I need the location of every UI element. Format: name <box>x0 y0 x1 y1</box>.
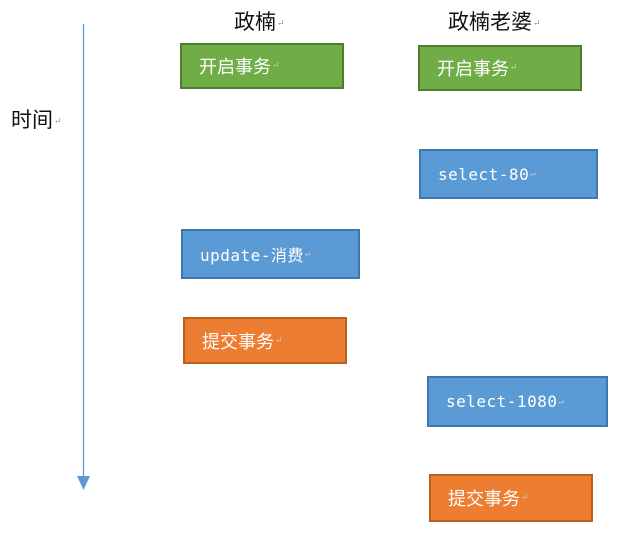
time-axis-label: 时间↵ <box>11 108 62 132</box>
paragraph-mark: ↵ <box>277 18 285 29</box>
paragraph-mark: ↵ <box>272 61 280 71</box>
paragraph-mark: ↵ <box>530 169 537 179</box>
step-b-select-80: select-80 ↵ <box>419 149 598 199</box>
paragraph-mark: ↵ <box>304 249 311 259</box>
paragraph-mark: ↵ <box>533 18 541 29</box>
step-a-update: update-消费 ↵ <box>181 229 360 279</box>
step-a-start-transaction: 开启事务 ↵ <box>180 43 344 89</box>
paragraph-mark: ↵ <box>275 335 283 346</box>
step-a-commit-transaction: 提交事务 ↵ <box>183 317 347 364</box>
timeline-arrowhead <box>77 476 90 490</box>
step-b-start-transaction: 开启事务 ↵ <box>418 45 582 91</box>
step-b-commit-transaction: 提交事务 ↵ <box>429 474 593 522</box>
paragraph-mark: ↵ <box>558 396 565 407</box>
column-header-b: 政楠老婆↵ <box>448 10 541 34</box>
step-b-select-1080: select-1080 ↵ <box>427 376 608 427</box>
paragraph-mark: ↵ <box>510 63 518 73</box>
column-header-a: 政楠↵ <box>234 10 285 34</box>
paragraph-mark: ↵ <box>521 493 529 503</box>
timeline-arrow <box>77 24 90 490</box>
paragraph-mark: ↵ <box>54 116 62 127</box>
